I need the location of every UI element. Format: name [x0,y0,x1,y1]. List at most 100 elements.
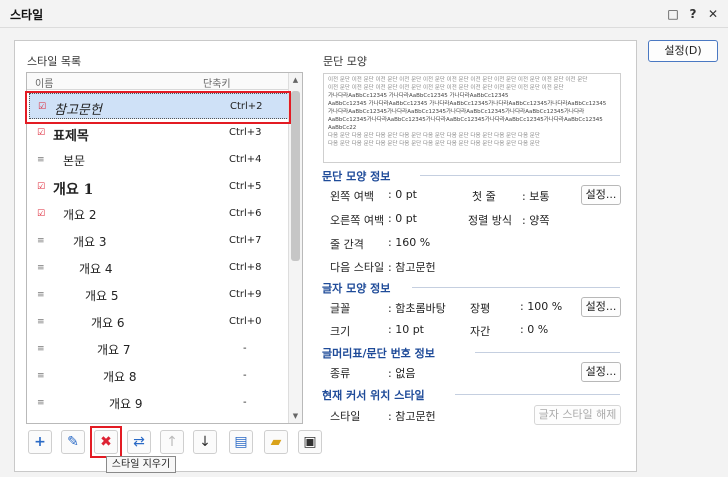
list-item[interactable]: ≡ 본문 Ctrl+4 [29,147,289,173]
preview-line: AaBbCc22 [328,125,357,131]
first-line-label: 첫 줄 [472,190,496,203]
size-label: 크기 [330,325,351,338]
style-name: 개요 2 [63,208,97,222]
paragraph-style-icon: ≡ [37,371,45,381]
style-name: 개요 4 [79,262,113,276]
style-name: 개요 8 [103,370,137,384]
style-name: 개요 1 [53,182,94,198]
move-down-icon[interactable]: ↓ [193,430,217,454]
left-margin-label: 왼쪽 여백 [330,190,374,203]
line-spacing-value: : 160 % [388,236,431,249]
style-list-header: 이름 단축키 [27,73,289,90]
style-shortcut: Ctrl+8 [229,262,262,273]
style-name: 개요 9 [109,397,143,411]
paragraph-preview-label: 문단 모양 [323,55,367,68]
title-bar: 스타일 □ ? ✕ [0,0,728,28]
style-shortcut: - [243,397,247,408]
list-item[interactable]: ≡ 개요 4 Ctrl+8 [29,255,289,281]
para-info-title: 문단 모양 정보 [322,170,391,183]
clear-char-style-button[interactable]: 글자 스타일 해제 [534,405,621,425]
font-label: 글꼴 [330,302,351,315]
para-settings-button[interactable]: 설정... [581,185,621,205]
align-value: : 양쪽 [522,214,550,227]
open-folder-icon[interactable]: ▰ [264,430,288,454]
style-shortcut: - [243,370,247,381]
first-line-value: : 보통 [522,190,550,203]
spacing-label: 자간 [470,325,491,338]
list-scrollbar[interactable]: ▲ ▼ [288,73,302,423]
preview-line: 가나다라AaBbCc12345가나다라AaBbCc12345가나다라AaBbCc… [328,109,585,115]
char-info-title: 글자 모양 정보 [322,282,391,295]
style-name: 표제목 [53,129,89,144]
list-item[interactable]: ≡ 개요 7 - [29,336,289,362]
line-spacing-label: 줄 간격 [330,238,364,251]
list-item[interactable]: ≡ 개요 8 - [29,363,289,389]
list-item[interactable]: ☑ 개요 1 Ctrl+5 [29,174,289,200]
next-style-label: 다음 스타일 [330,261,385,274]
preview-line: 다음 문단 다음 문단 다음 문단 다음 문단 다음 문단 다음 문단 다음 문… [328,141,540,147]
divider [475,352,620,353]
import-style-icon[interactable]: ▤ [229,430,253,454]
paragraph-style-icon: ≡ [37,263,45,273]
move-up-icon[interactable]: ↑ [160,430,184,454]
list-item[interactable]: ≡ 개요 5 Ctrl+9 [29,282,289,308]
char-settings-button[interactable]: 설정... [581,297,621,317]
cursor-style-value: : 참고문헌 [388,410,436,423]
list-item[interactable]: ≡ 개요 9 - [29,390,289,416]
list-item[interactable]: ☑ 개요 2 Ctrl+6 [29,201,289,227]
scroll-thumb[interactable] [291,91,300,261]
restore-icon[interactable]: □ [664,5,682,23]
window-title: 스타일 [10,8,44,22]
paragraph-style-icon: ≡ [37,344,45,354]
selected-row-highlight [25,91,291,124]
numbering-settings-button[interactable]: 설정... [581,362,621,382]
style-list[interactable]: 이름 단축키 ☑ 참고문헌 Ctrl+2 ☑ 표제목 Ctrl+3 ≡ 본문 C… [26,72,303,424]
numbering-type-value: : 없음 [388,367,416,380]
edit-style-icon[interactable]: ✎ [61,430,85,454]
left-margin-value: : 0 pt [388,188,417,201]
width-label: 장평 [470,302,491,315]
align-label: 정렬 방식 [468,214,512,227]
numbering-type-label: 종류 [330,367,351,380]
divider [455,394,620,395]
style-name: 개요 3 [73,235,107,249]
divider [412,287,620,288]
scroll-up-icon[interactable]: ▲ [289,73,302,87]
preview-line: 이전 문단 이전 문단 이전 문단 이전 문단 이전 문단 이전 문단 이전 문… [328,77,588,83]
style-name: 본문 [63,154,86,168]
list-item[interactable]: ≡ 개요 6 Ctrl+0 [29,309,289,335]
style-shortcut: Ctrl+9 [229,289,262,300]
style-list-label: 스타일 목록 [27,55,82,68]
right-margin-value: : 0 pt [388,212,417,225]
scroll-down-icon[interactable]: ▼ [289,409,302,423]
numbering-info-title: 글머리표/문단 번호 정보 [322,347,435,360]
style-shortcut: Ctrl+6 [229,208,262,219]
preview-line: AaBbCc12345 가나다라AaBbCc12345 가나다라AaBbCc12… [328,101,607,107]
cursor-style-title: 현재 커서 위치 스타일 [322,389,425,402]
width-value: : 100 % [520,300,563,313]
preview-line: 이전 문단 이전 문단 이전 문단 이전 문단 이전 문단 이전 문단 이전 문… [328,85,564,91]
style-shortcut: Ctrl+0 [229,316,262,327]
paragraph-style-icon: ≡ [37,236,45,246]
list-item[interactable]: ≡ 개요 3 Ctrl+7 [29,228,289,254]
cursor-style-label: 스타일 [330,410,361,423]
add-style-icon[interactable]: + [28,430,52,454]
checked-style-icon: ☑ [37,128,46,138]
settings-button[interactable]: 설정(D) [648,40,718,62]
preview-line: 가나다라AaBbCc12345 가나다라AaBbCc12345 가나다라AaBb… [328,93,509,99]
style-shortcut: Ctrl+7 [229,235,262,246]
preview-line: 다음 문단 다음 문단 다음 문단 다음 문단 다음 문단 다음 문단 다음 문… [328,133,540,139]
paragraph-style-icon: ≡ [37,317,45,327]
help-icon[interactable]: ? [684,5,702,23]
save-icon[interactable]: ▣ [298,430,322,454]
paragraph-preview: 이전 문단 이전 문단 이전 문단 이전 문단 이전 문단 이전 문단 이전 문… [323,73,621,163]
right-margin-label: 오른쪽 여백 [330,214,385,227]
replace-style-icon[interactable]: ⇄ [127,430,151,454]
divider [420,175,620,176]
close-icon[interactable]: ✕ [704,5,722,23]
paragraph-style-icon: ≡ [37,290,45,300]
checked-style-icon: ☑ [37,182,46,192]
spacing-value: : 0 % [520,323,549,336]
checked-style-icon: ☑ [37,209,46,219]
next-style-value: : 참고문헌 [388,261,436,274]
